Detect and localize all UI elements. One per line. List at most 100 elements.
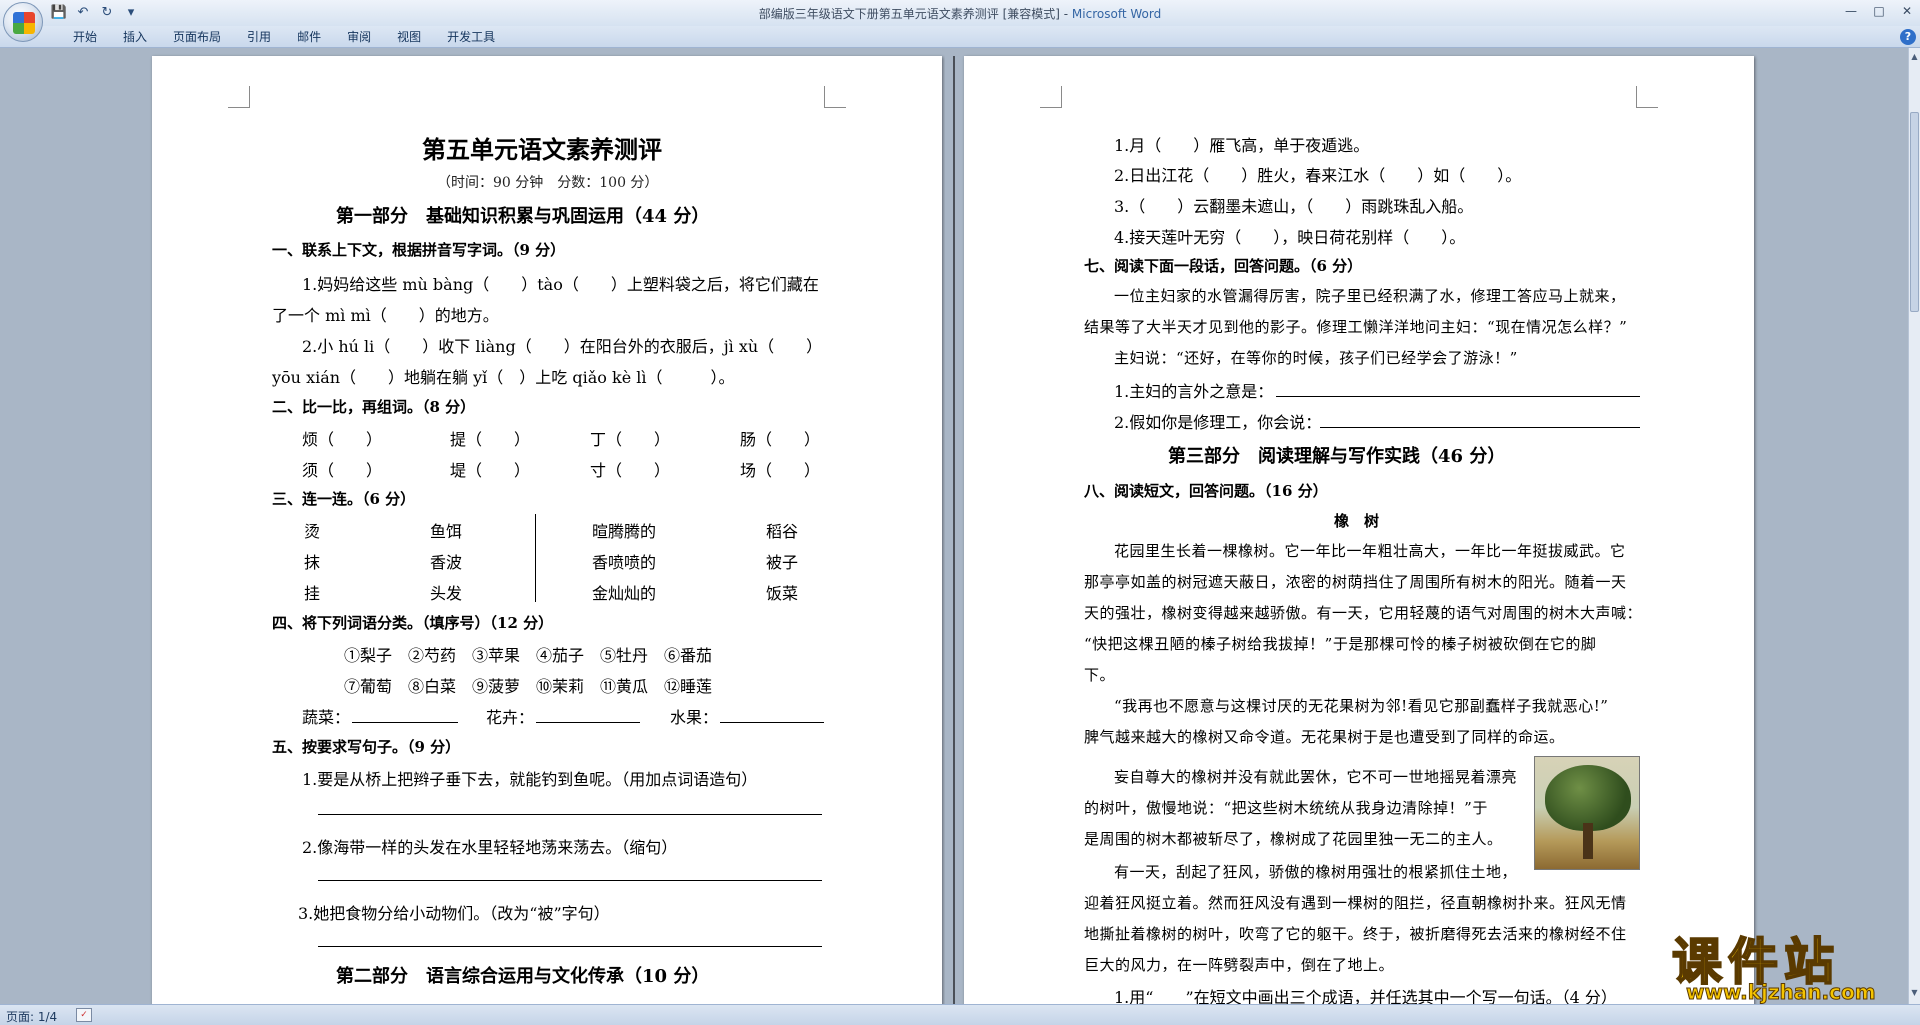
maximize-icon[interactable]: □ [1870, 2, 1888, 20]
document-page-2[interactable]: 1.月（ ）雁飞高，单于夜遁逃。 2.日出江花（ ）胜火，春来江水（ ）如（ ）… [964, 56, 1754, 1004]
section-4-heading: 四、将下列词语分类。（填序号）（12 分） [272, 614, 554, 632]
section-3-heading: 三、连一连。（6 分） [272, 490, 416, 508]
match-item: 香波 [430, 553, 463, 572]
answer-line [318, 946, 822, 947]
category-label: 花卉： [486, 708, 535, 727]
scroll-thumb[interactable] [1910, 112, 1919, 312]
tab-references[interactable]: 引用 [234, 29, 284, 45]
answer-line [318, 880, 822, 881]
poem-line: 4.接天莲叶无穷（ ），映日荷花别样（ ）。 [1114, 228, 1466, 247]
page-title: 第五单元语文素养测评 [422, 135, 662, 164]
tab-review[interactable]: 审阅 [334, 29, 384, 45]
category-label: 蔬菜： [302, 708, 351, 727]
section-2-heading: 二、比一比，再组词。（8 分） [272, 398, 476, 416]
scroll-down-icon[interactable]: ▼ [1909, 986, 1920, 1000]
page-indicator[interactable]: 页面: 1/4 [6, 1008, 57, 1025]
question-text: 2.像海带一样的头发在水里轻轻地荡来荡去。（缩句） [302, 838, 678, 857]
question-text: 2.假如你是修理工，你会说： [1114, 413, 1322, 432]
question-text: 1.用“____”在短文中画出三个成语，并任选其中一个写一句话。（4 分） [1114, 988, 1617, 1004]
answer-line [536, 722, 640, 723]
passage-line: 花园里生长着一棵橡树。它一年比一年粗壮高大，一年比一年挺拔威武。它 [1114, 542, 1626, 560]
answer-line [1276, 396, 1640, 397]
proofing-icon[interactable]: ✓ [76, 1008, 92, 1022]
passage-line: 下。 [1084, 666, 1116, 684]
status-bar: 页面: 1/4 ✓ [0, 1004, 1920, 1025]
vertical-scrollbar[interactable]: ▲ ▼ [1908, 48, 1920, 1004]
page-separator [953, 56, 955, 1004]
question-text: yōu xián（ ）地躺在躺 yǐ（ ）上吃 qiǎo kè lì（ ）。 [272, 368, 735, 387]
exam-subtitle: （时间：90 分钟 分数：100 分） [437, 175, 659, 191]
question-text: 3.她把食物分给小动物们。（改为“被”字句） [298, 904, 610, 923]
word-list: ①梨子 ②芍药 ③苹果 ④茄子 ⑤牡丹 ⑥番茄 [344, 646, 713, 665]
minimize-icon[interactable]: — [1842, 2, 1860, 20]
question-text: 1.要是从桥上把辫子垂下去，就能钓到鱼呢。（用加点词语造句） [302, 770, 758, 789]
watermark-logo: 课件站 www.kjzhan.com [1671, 922, 1908, 1005]
ribbon: 开始 插入 页面布局 引用 邮件 审阅 视图 开发工具 ? [0, 26, 1920, 48]
category-label: 水果： [670, 708, 719, 727]
tab-view[interactable]: 视图 [384, 29, 434, 45]
tab-home[interactable]: 开始 [60, 29, 110, 45]
passage-line: “快把这棵丑陋的榛子树给我拔掉！”于是那棵可怜的榛子树被砍倒在它的脚 [1084, 635, 1597, 653]
tab-mailings[interactable]: 邮件 [284, 29, 334, 45]
scroll-up-icon[interactable]: ▲ [1909, 50, 1920, 64]
story-title: 橡 树 [1334, 512, 1380, 530]
match-item: 香喷喷的 [592, 553, 657, 572]
section-5-heading: 五、按要求写句子。（9 分） [272, 738, 461, 756]
part-3-heading: 第三部分 阅读理解与写作实践（46 分） [1168, 446, 1506, 467]
poem-line: 2.日出江花（ ）胜火，春来江水（ ）如（ ）。 [1114, 166, 1522, 185]
passage-line: 一位主妇家的水管漏得厉害，院子里已经积满了水，修理工答应马上就来， [1114, 287, 1626, 305]
compare-word: 须（ ） [302, 461, 383, 480]
match-item: 金灿灿的 [592, 584, 657, 603]
answer-line [352, 722, 458, 723]
question-text: 2.小 hú li（ ）收下 liàng（ ）在阳台外的衣服后，jì xù（ ） [302, 337, 823, 356]
question-text: 了一个 mì mì（ ）的地方。 [272, 306, 499, 325]
document-workspace[interactable]: 第五单元语文素养测评 （时间：90 分钟 分数：100 分） 第一部分 基础知识… [0, 48, 1908, 1004]
tree-crown-shape [1545, 765, 1631, 831]
document-page-1[interactable]: 第五单元语文素养测评 （时间：90 分钟 分数：100 分） 第一部分 基础知识… [152, 56, 942, 1004]
compare-word: 肠（ ） [740, 430, 821, 449]
match-item: 鱼饵 [430, 522, 463, 541]
tab-insert[interactable]: 插入 [110, 29, 160, 45]
passage-line: 是周围的树木都被斩尽了，橡树成了花园里独一无二的主人。 [1084, 830, 1503, 848]
help-icon[interactable]: ? [1900, 29, 1916, 45]
question-text: 1.妈妈给这些 mù bàng（ ）tào（ ）上塑料袋之后，将它们藏在 [302, 275, 819, 294]
divider-line [535, 514, 536, 602]
passage-line: 结果等了大半天才见到他的影子。修理工懒洋洋地问主妇：“现在情况怎么样？” [1084, 318, 1628, 336]
match-item: 烫 [304, 522, 321, 541]
passage-line: 巨大的风力，在一阵劈裂声中，倒在了地上。 [1084, 956, 1395, 974]
passage-line: 的树叶，傲慢地说：“把这些树木统统从我身边清除掉！”于 [1084, 799, 1488, 817]
section-1-heading: 一、联系上下文，根据拼音写字词。（9 分） [272, 241, 566, 259]
crop-mark [1636, 86, 1658, 108]
tab-page-layout[interactable]: 页面布局 [160, 29, 234, 45]
poem-line: 1.月（ ）雁飞高，单于夜遁逃。 [1114, 136, 1370, 155]
window-title: 部编版三年级语文下册第五单元语文素养测评 [兼容模式] - Microsoft … [758, 7, 1162, 21]
passage-line: “我再也不愿意与这棵讨厌的无花果树为邻!看见它那副蠢样子我就恶心!” [1114, 697, 1609, 715]
compare-word: 场（ ） [740, 461, 821, 480]
passage-line: 迎着狂风挺立着。然而狂风没有遇到一棵树的阻拦，径直朝橡树扑来。狂风无情 [1084, 894, 1627, 912]
answer-line [1320, 427, 1640, 428]
passage-line: 妄自尊大的橡树并没有就此罢休，它不可一世地摇晃着漂亮 [1114, 768, 1518, 786]
section-8-heading: 八、阅读短文，回答问题。（16 分） [1084, 482, 1328, 500]
match-item: 稻谷 [766, 522, 799, 541]
watermark-url: www.kjzhan.com [1686, 980, 1877, 1005]
answer-line [720, 722, 824, 723]
crop-mark [1040, 86, 1062, 108]
passage-line: 主妇说：“还好，在等你的时候，孩子们已经学会了游泳！” [1114, 349, 1518, 367]
match-item: 抹 [304, 553, 321, 572]
office-button[interactable] [3, 2, 43, 42]
match-item: 被子 [766, 553, 799, 572]
compare-word: 烦（ ） [302, 430, 383, 449]
passage-line: 地撕扯着橡树的树叶，吹弯了它的躯干。终于，被折磨得死去活来的橡树经不住 [1084, 925, 1627, 943]
title-bar: 💾 ↶ ↻ ▾ 部编版三年级语文下册第五单元语文素养测评 [兼容模式] - Mi… [0, 0, 1920, 26]
compare-word: 提（ ） [450, 430, 531, 449]
close-icon[interactable]: ✕ [1898, 2, 1916, 20]
match-item: 挂 [304, 584, 321, 603]
oak-tree-image[interactable] [1534, 756, 1640, 870]
compare-word: 丁（ ） [590, 430, 671, 449]
section-7-heading: 七、阅读下面一段话，回答问题。（6 分） [1084, 257, 1363, 275]
passage-line: 有一天，刮起了狂风，骄傲的橡树用强壮的根紧抓住土地， [1114, 863, 1518, 881]
tab-developer[interactable]: 开发工具 [434, 29, 508, 45]
passage-line: 脾气越来越大的橡树又命令道。无花果树于是也遭受到了同样的命运。 [1084, 728, 1565, 746]
part-2-heading: 第二部分 语言综合运用与文化传承（10 分） [336, 966, 710, 987]
office-logo-icon [13, 12, 35, 34]
